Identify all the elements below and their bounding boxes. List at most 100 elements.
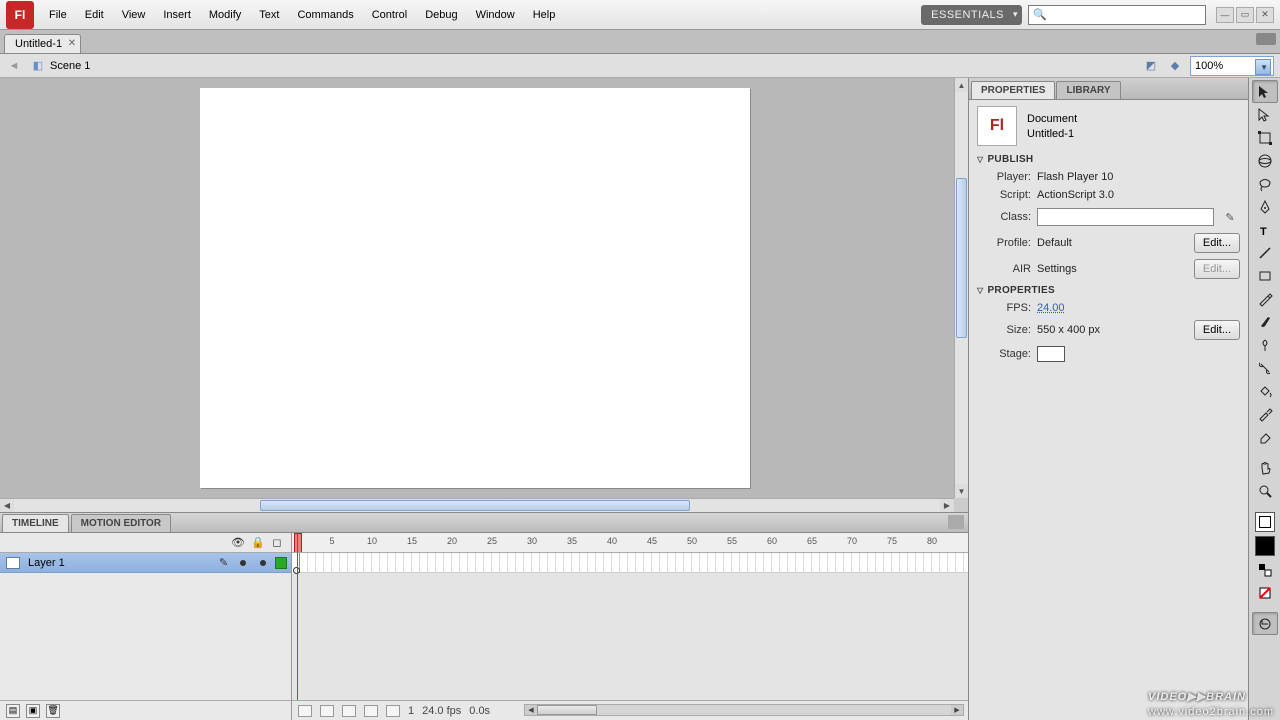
menu-file[interactable]: File <box>40 3 76 27</box>
zoom-tool[interactable] <box>1252 479 1278 502</box>
timeline-menu-icon[interactable] <box>948 515 964 529</box>
edit-size-button[interactable]: Edit... <box>1194 320 1240 340</box>
scroll-left-icon[interactable]: ◀ <box>0 499 14 512</box>
pen-tool[interactable] <box>1252 195 1278 218</box>
deco-tool[interactable] <box>1252 333 1278 356</box>
onion-skin-icon[interactable] <box>320 705 334 717</box>
layer-outline-swatch[interactable] <box>275 557 287 569</box>
layer-icon <box>6 557 20 569</box>
new-folder-button[interactable]: ▣ <box>26 704 40 718</box>
vertical-scrollbar[interactable]: ▲ ▼ <box>954 78 968 498</box>
edit-multiple-frames-icon[interactable] <box>364 705 378 717</box>
rectangle-tool[interactable] <box>1252 264 1278 287</box>
no-color-icon[interactable] <box>1252 581 1278 604</box>
hand-tool[interactable] <box>1252 456 1278 479</box>
selection-tool[interactable] <box>1252 80 1278 103</box>
bone-tool[interactable] <box>1252 356 1278 379</box>
3d-rotation-tool[interactable] <box>1252 149 1278 172</box>
subselection-tool[interactable] <box>1252 103 1278 126</box>
tab-library[interactable]: LIBRARY <box>1056 81 1120 99</box>
pencil-tool[interactable] <box>1252 287 1278 310</box>
stage-area[interactable]: ▲ ▼ ◀ ▶ <box>0 78 968 512</box>
playhead-line <box>297 533 298 700</box>
free-transform-tool[interactable] <box>1252 126 1278 149</box>
stage[interactable] <box>200 88 750 488</box>
new-layer-button[interactable]: ▤ <box>6 704 20 718</box>
tl-scroll-right-icon[interactable]: ▶ <box>951 705 963 715</box>
layer-lock-dot[interactable] <box>260 560 266 566</box>
close-document-icon[interactable]: ✕ <box>68 38 76 49</box>
layer-visibility-dot[interactable] <box>240 560 246 566</box>
paint-bucket-tool[interactable] <box>1252 379 1278 402</box>
menu-view[interactable]: View <box>113 3 155 27</box>
fill-color-swatch[interactable] <box>1255 536 1275 556</box>
edit-scene-icon[interactable]: ◩ <box>1142 57 1160 75</box>
edit-symbols-icon[interactable]: ◆ <box>1166 57 1184 75</box>
minimize-button[interactable]: — <box>1216 7 1234 23</box>
timeline-track[interactable] <box>292 553 968 573</box>
scene-icon: ◧ <box>30 58 46 74</box>
menu-modify[interactable]: Modify <box>200 3 250 27</box>
zoom-select[interactable]: 100% ▼ <box>1190 56 1274 76</box>
menu-help[interactable]: Help <box>524 3 565 27</box>
collapse-panels-handle[interactable] <box>1256 33 1276 45</box>
line-tool[interactable] <box>1252 241 1278 264</box>
ruler-tick: 15 <box>407 536 417 546</box>
tab-timeline[interactable]: TIMELINE <box>2 514 69 532</box>
center-frame-icon[interactable] <box>298 705 312 717</box>
snap-to-objects-icon[interactable] <box>1252 612 1278 635</box>
section-properties[interactable]: PROPERTIES <box>977 285 1240 296</box>
timeline-ruler[interactable]: 5 10 15 20 25 30 35 40 45 50 55 60 65 70 <box>292 533 968 553</box>
layer-row[interactable]: Layer 1 ✎ <box>0 553 291 573</box>
keyframe[interactable] <box>292 553 300 573</box>
tab-properties[interactable]: PROPERTIES <box>971 81 1055 99</box>
scroll-right-icon[interactable]: ▶ <box>940 499 954 512</box>
hscroll-thumb[interactable] <box>260 500 690 511</box>
menu-text[interactable]: Text <box>250 3 288 27</box>
class-input[interactable] <box>1037 208 1214 226</box>
tl-hscroll-thumb[interactable] <box>537 705 597 715</box>
restore-button[interactable]: ▭ <box>1236 7 1254 23</box>
onion-skin-outlines-icon[interactable] <box>342 705 356 717</box>
document-tab[interactable]: Untitled-1 ✕ <box>4 34 81 53</box>
ruler-tick: 35 <box>567 536 577 546</box>
search-field[interactable]: 🔍 <box>1028 5 1206 25</box>
tl-scroll-left-icon[interactable]: ◀ <box>525 705 537 715</box>
stroke-color-swatch[interactable] <box>1255 512 1275 532</box>
edit-class-pencil-icon[interactable]: ✎ <box>1220 207 1240 227</box>
menu-control[interactable]: Control <box>363 3 416 27</box>
workspace-switcher[interactable]: ESSENTIALS <box>921 5 1022 25</box>
vscroll-thumb[interactable] <box>956 178 967 338</box>
close-button[interactable]: ✕ <box>1256 7 1274 23</box>
lock-header-icon[interactable]: 🔒 <box>251 536 263 549</box>
fps-value[interactable]: 24.00 <box>1037 302 1065 314</box>
visibility-header-icon[interactable]: 👁 <box>231 536 243 549</box>
playhead[interactable] <box>294 533 302 553</box>
text-tool[interactable]: T <box>1252 218 1278 241</box>
outline-header-icon[interactable]: ◻ <box>271 536 283 549</box>
black-white-swap-icon[interactable] <box>1252 558 1278 581</box>
timeline-hscroll[interactable]: ◀ ▶ <box>524 704 964 716</box>
section-publish[interactable]: PUBLISH <box>977 154 1240 165</box>
horizontal-scrollbar[interactable]: ◀ ▶ <box>0 498 954 512</box>
document-name-label: Untitled-1 <box>1027 128 1077 140</box>
menu-commands[interactable]: Commands <box>288 3 362 27</box>
modify-onion-markers-icon[interactable] <box>386 705 400 717</box>
tab-motion-editor[interactable]: MOTION EDITOR <box>71 514 171 532</box>
lasso-tool[interactable] <box>1252 172 1278 195</box>
layer-name[interactable]: Layer 1 <box>24 557 215 569</box>
menu-debug[interactable]: Debug <box>416 3 466 27</box>
menu-edit[interactable]: Edit <box>76 3 113 27</box>
edit-profile-button[interactable]: Edit... <box>1194 233 1240 253</box>
eyedropper-tool[interactable] <box>1252 402 1278 425</box>
menu-window[interactable]: Window <box>467 3 524 27</box>
ruler-tick: 75 <box>887 536 897 546</box>
stage-color-swatch[interactable] <box>1037 346 1065 362</box>
back-arrow-icon[interactable]: ◄ <box>6 58 22 74</box>
delete-layer-button[interactable]: 🗑 <box>46 704 60 718</box>
scroll-down-icon[interactable]: ▼ <box>955 484 968 498</box>
eraser-tool[interactable] <box>1252 425 1278 448</box>
scroll-up-icon[interactable]: ▲ <box>955 78 968 92</box>
menu-insert[interactable]: Insert <box>154 3 200 27</box>
brush-tool[interactable] <box>1252 310 1278 333</box>
